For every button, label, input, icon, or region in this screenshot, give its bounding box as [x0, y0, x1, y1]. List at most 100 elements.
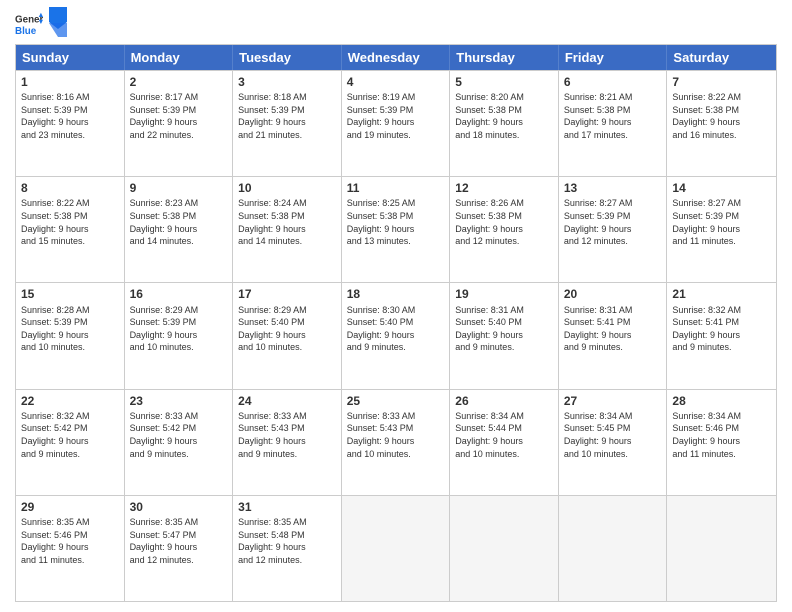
- day-info: Sunrise: 8:33 AM Sunset: 5:43 PM Dayligh…: [347, 410, 445, 460]
- day-info: Sunrise: 8:35 AM Sunset: 5:46 PM Dayligh…: [21, 516, 119, 566]
- cal-week-5: 29Sunrise: 8:35 AM Sunset: 5:46 PM Dayli…: [16, 495, 776, 601]
- cal-header-wednesday: Wednesday: [342, 45, 451, 70]
- cal-cell-5: 5Sunrise: 8:20 AM Sunset: 5:38 PM Daylig…: [450, 71, 559, 176]
- cal-cell-empty-4: [450, 496, 559, 601]
- day-info: Sunrise: 8:29 AM Sunset: 5:39 PM Dayligh…: [130, 304, 228, 354]
- day-info: Sunrise: 8:34 AM Sunset: 5:45 PM Dayligh…: [564, 410, 662, 460]
- day-number: 20: [564, 286, 662, 302]
- page: General Blue SundayMondayTuesdayWednesda…: [0, 0, 792, 612]
- cal-cell-17: 17Sunrise: 8:29 AM Sunset: 5:40 PM Dayli…: [233, 283, 342, 388]
- cal-header-tuesday: Tuesday: [233, 45, 342, 70]
- day-info: Sunrise: 8:26 AM Sunset: 5:38 PM Dayligh…: [455, 197, 553, 247]
- cal-cell-4: 4Sunrise: 8:19 AM Sunset: 5:39 PM Daylig…: [342, 71, 451, 176]
- cal-cell-31: 31Sunrise: 8:35 AM Sunset: 5:48 PM Dayli…: [233, 496, 342, 601]
- cal-cell-23: 23Sunrise: 8:33 AM Sunset: 5:42 PM Dayli…: [125, 390, 234, 495]
- cal-header-saturday: Saturday: [667, 45, 776, 70]
- day-number: 17: [238, 286, 336, 302]
- cal-cell-1: 1Sunrise: 8:16 AM Sunset: 5:39 PM Daylig…: [16, 71, 125, 176]
- day-number: 23: [130, 393, 228, 409]
- day-info: Sunrise: 8:16 AM Sunset: 5:39 PM Dayligh…: [21, 91, 119, 141]
- cal-cell-12: 12Sunrise: 8:26 AM Sunset: 5:38 PM Dayli…: [450, 177, 559, 282]
- day-number: 15: [21, 286, 119, 302]
- cal-cell-29: 29Sunrise: 8:35 AM Sunset: 5:46 PM Dayli…: [16, 496, 125, 601]
- day-info: Sunrise: 8:25 AM Sunset: 5:38 PM Dayligh…: [347, 197, 445, 247]
- day-number: 9: [130, 180, 228, 196]
- cal-cell-9: 9Sunrise: 8:23 AM Sunset: 5:38 PM Daylig…: [125, 177, 234, 282]
- day-number: 14: [672, 180, 771, 196]
- cal-week-1: 1Sunrise: 8:16 AM Sunset: 5:39 PM Daylig…: [16, 70, 776, 176]
- cal-cell-3: 3Sunrise: 8:18 AM Sunset: 5:39 PM Daylig…: [233, 71, 342, 176]
- day-number: 18: [347, 286, 445, 302]
- day-info: Sunrise: 8:35 AM Sunset: 5:47 PM Dayligh…: [130, 516, 228, 566]
- day-number: 7: [672, 74, 771, 90]
- cal-cell-25: 25Sunrise: 8:33 AM Sunset: 5:43 PM Dayli…: [342, 390, 451, 495]
- cal-cell-2: 2Sunrise: 8:17 AM Sunset: 5:39 PM Daylig…: [125, 71, 234, 176]
- day-info: Sunrise: 8:22 AM Sunset: 5:38 PM Dayligh…: [672, 91, 771, 141]
- cal-cell-10: 10Sunrise: 8:24 AM Sunset: 5:38 PM Dayli…: [233, 177, 342, 282]
- day-info: Sunrise: 8:22 AM Sunset: 5:38 PM Dayligh…: [21, 197, 119, 247]
- cal-cell-18: 18 Sunrise: 8:30 AM Sunset: 5:40 PM Dayli…: [342, 283, 451, 388]
- cal-cell-28: 28Sunrise: 8:34 AM Sunset: 5:46 PM Dayli…: [667, 390, 776, 495]
- cal-cell-empty-3: [342, 496, 451, 601]
- cal-week-2: 8Sunrise: 8:22 AM Sunset: 5:38 PM Daylig…: [16, 176, 776, 282]
- day-info: Sunrise: 8:27 AM Sunset: 5:39 PM Dayligh…: [564, 197, 662, 247]
- header: General Blue: [15, 10, 777, 38]
- cal-header-monday: Monday: [125, 45, 234, 70]
- cal-cell-26: 26Sunrise: 8:34 AM Sunset: 5:44 PM Dayli…: [450, 390, 559, 495]
- logo-arrow-icon: [49, 7, 67, 37]
- cal-cell-15: 15 Sunrise: 8:28 AM Sunset: 5:39 PM Dayli…: [16, 283, 125, 388]
- day-number: 28: [672, 393, 771, 409]
- day-number: 31: [238, 499, 336, 515]
- day-info: Sunrise: 8:24 AM Sunset: 5:38 PM Dayligh…: [238, 197, 336, 247]
- day-info: Sunrise: 8:17 AM Sunset: 5:39 PM Dayligh…: [130, 91, 228, 141]
- day-info: Sunrise: 8:23 AM Sunset: 5:38 PM Dayligh…: [130, 197, 228, 247]
- cal-cell-22: 22Sunrise: 8:32 AM Sunset: 5:42 PM Dayli…: [16, 390, 125, 495]
- day-number: 29: [21, 499, 119, 515]
- day-number: 19: [455, 286, 553, 302]
- day-number: 22: [21, 393, 119, 409]
- cal-week-4: 22Sunrise: 8:32 AM Sunset: 5:42 PM Dayli…: [16, 389, 776, 495]
- day-info: Sunrise: 8:33 AM Sunset: 5:42 PM Dayligh…: [130, 410, 228, 460]
- day-number: 27: [564, 393, 662, 409]
- cal-cell-7: 7Sunrise: 8:22 AM Sunset: 5:38 PM Daylig…: [667, 71, 776, 176]
- day-number: 4: [347, 74, 445, 90]
- cal-cell-30: 30Sunrise: 8:35 AM Sunset: 5:47 PM Dayli…: [125, 496, 234, 601]
- day-number: 3: [238, 74, 336, 90]
- cal-cell-20: 20 Sunrise: 8:31 AM Sunset: 5:41 PM Dayli…: [559, 283, 668, 388]
- day-info: Sunrise: 8:34 AM Sunset: 5:44 PM Dayligh…: [455, 410, 553, 460]
- day-info: Sunrise: 8:28 AM Sunset: 5:39 PM Dayligh…: [21, 304, 119, 354]
- day-info: Sunrise: 8:31 AM Sunset: 5:41 PM Dayligh…: [564, 304, 662, 354]
- cal-cell-21: 21Sunrise: 8:32 AM Sunset: 5:41 PM Dayli…: [667, 283, 776, 388]
- day-number: 24: [238, 393, 336, 409]
- day-info: Sunrise: 8:35 AM Sunset: 5:48 PM Dayligh…: [238, 516, 336, 566]
- day-info: Sunrise: 8:18 AM Sunset: 5:39 PM Dayligh…: [238, 91, 336, 141]
- day-info: Sunrise: 8:33 AM Sunset: 5:43 PM Dayligh…: [238, 410, 336, 460]
- logo: General Blue: [15, 10, 67, 38]
- cal-cell-27: 27Sunrise: 8:34 AM Sunset: 5:45 PM Dayli…: [559, 390, 668, 495]
- day-number: 16: [130, 286, 228, 302]
- day-number: 13: [564, 180, 662, 196]
- day-info: Sunrise: 8:20 AM Sunset: 5:38 PM Dayligh…: [455, 91, 553, 141]
- svg-text:General: General: [15, 15, 43, 26]
- day-info: Sunrise: 8:30 AM Sunset: 5:40 PM Dayligh…: [347, 304, 445, 354]
- day-info: Sunrise: 8:32 AM Sunset: 5:41 PM Dayligh…: [672, 304, 771, 354]
- day-number: 6: [564, 74, 662, 90]
- cal-cell-19: 19Sunrise: 8:31 AM Sunset: 5:40 PM Dayli…: [450, 283, 559, 388]
- cal-cell-24: 24Sunrise: 8:33 AM Sunset: 5:43 PM Dayli…: [233, 390, 342, 495]
- calendar: SundayMondayTuesdayWednesdayThursdayFrid…: [15, 44, 777, 602]
- cal-header-thursday: Thursday: [450, 45, 559, 70]
- cal-header-sunday: Sunday: [16, 45, 125, 70]
- day-info: Sunrise: 8:34 AM Sunset: 5:46 PM Dayligh…: [672, 410, 771, 460]
- cal-cell-16: 16 Sunrise: 8:29 AM Sunset: 5:39 PM Dayli…: [125, 283, 234, 388]
- logo-icon: General Blue: [15, 10, 43, 38]
- day-info: Sunrise: 8:27 AM Sunset: 5:39 PM Dayligh…: [672, 197, 771, 247]
- day-number: 30: [130, 499, 228, 515]
- svg-text:Blue: Blue: [15, 26, 37, 37]
- cal-cell-13: 13Sunrise: 8:27 AM Sunset: 5:39 PM Dayli…: [559, 177, 668, 282]
- day-info: Sunrise: 8:19 AM Sunset: 5:39 PM Dayligh…: [347, 91, 445, 141]
- cal-cell-11: 11Sunrise: 8:25 AM Sunset: 5:38 PM Dayli…: [342, 177, 451, 282]
- cal-cell-empty-6: [667, 496, 776, 601]
- cal-cell-6: 6Sunrise: 8:21 AM Sunset: 5:38 PM Daylig…: [559, 71, 668, 176]
- cal-cell-8: 8Sunrise: 8:22 AM Sunset: 5:38 PM Daylig…: [16, 177, 125, 282]
- day-number: 25: [347, 393, 445, 409]
